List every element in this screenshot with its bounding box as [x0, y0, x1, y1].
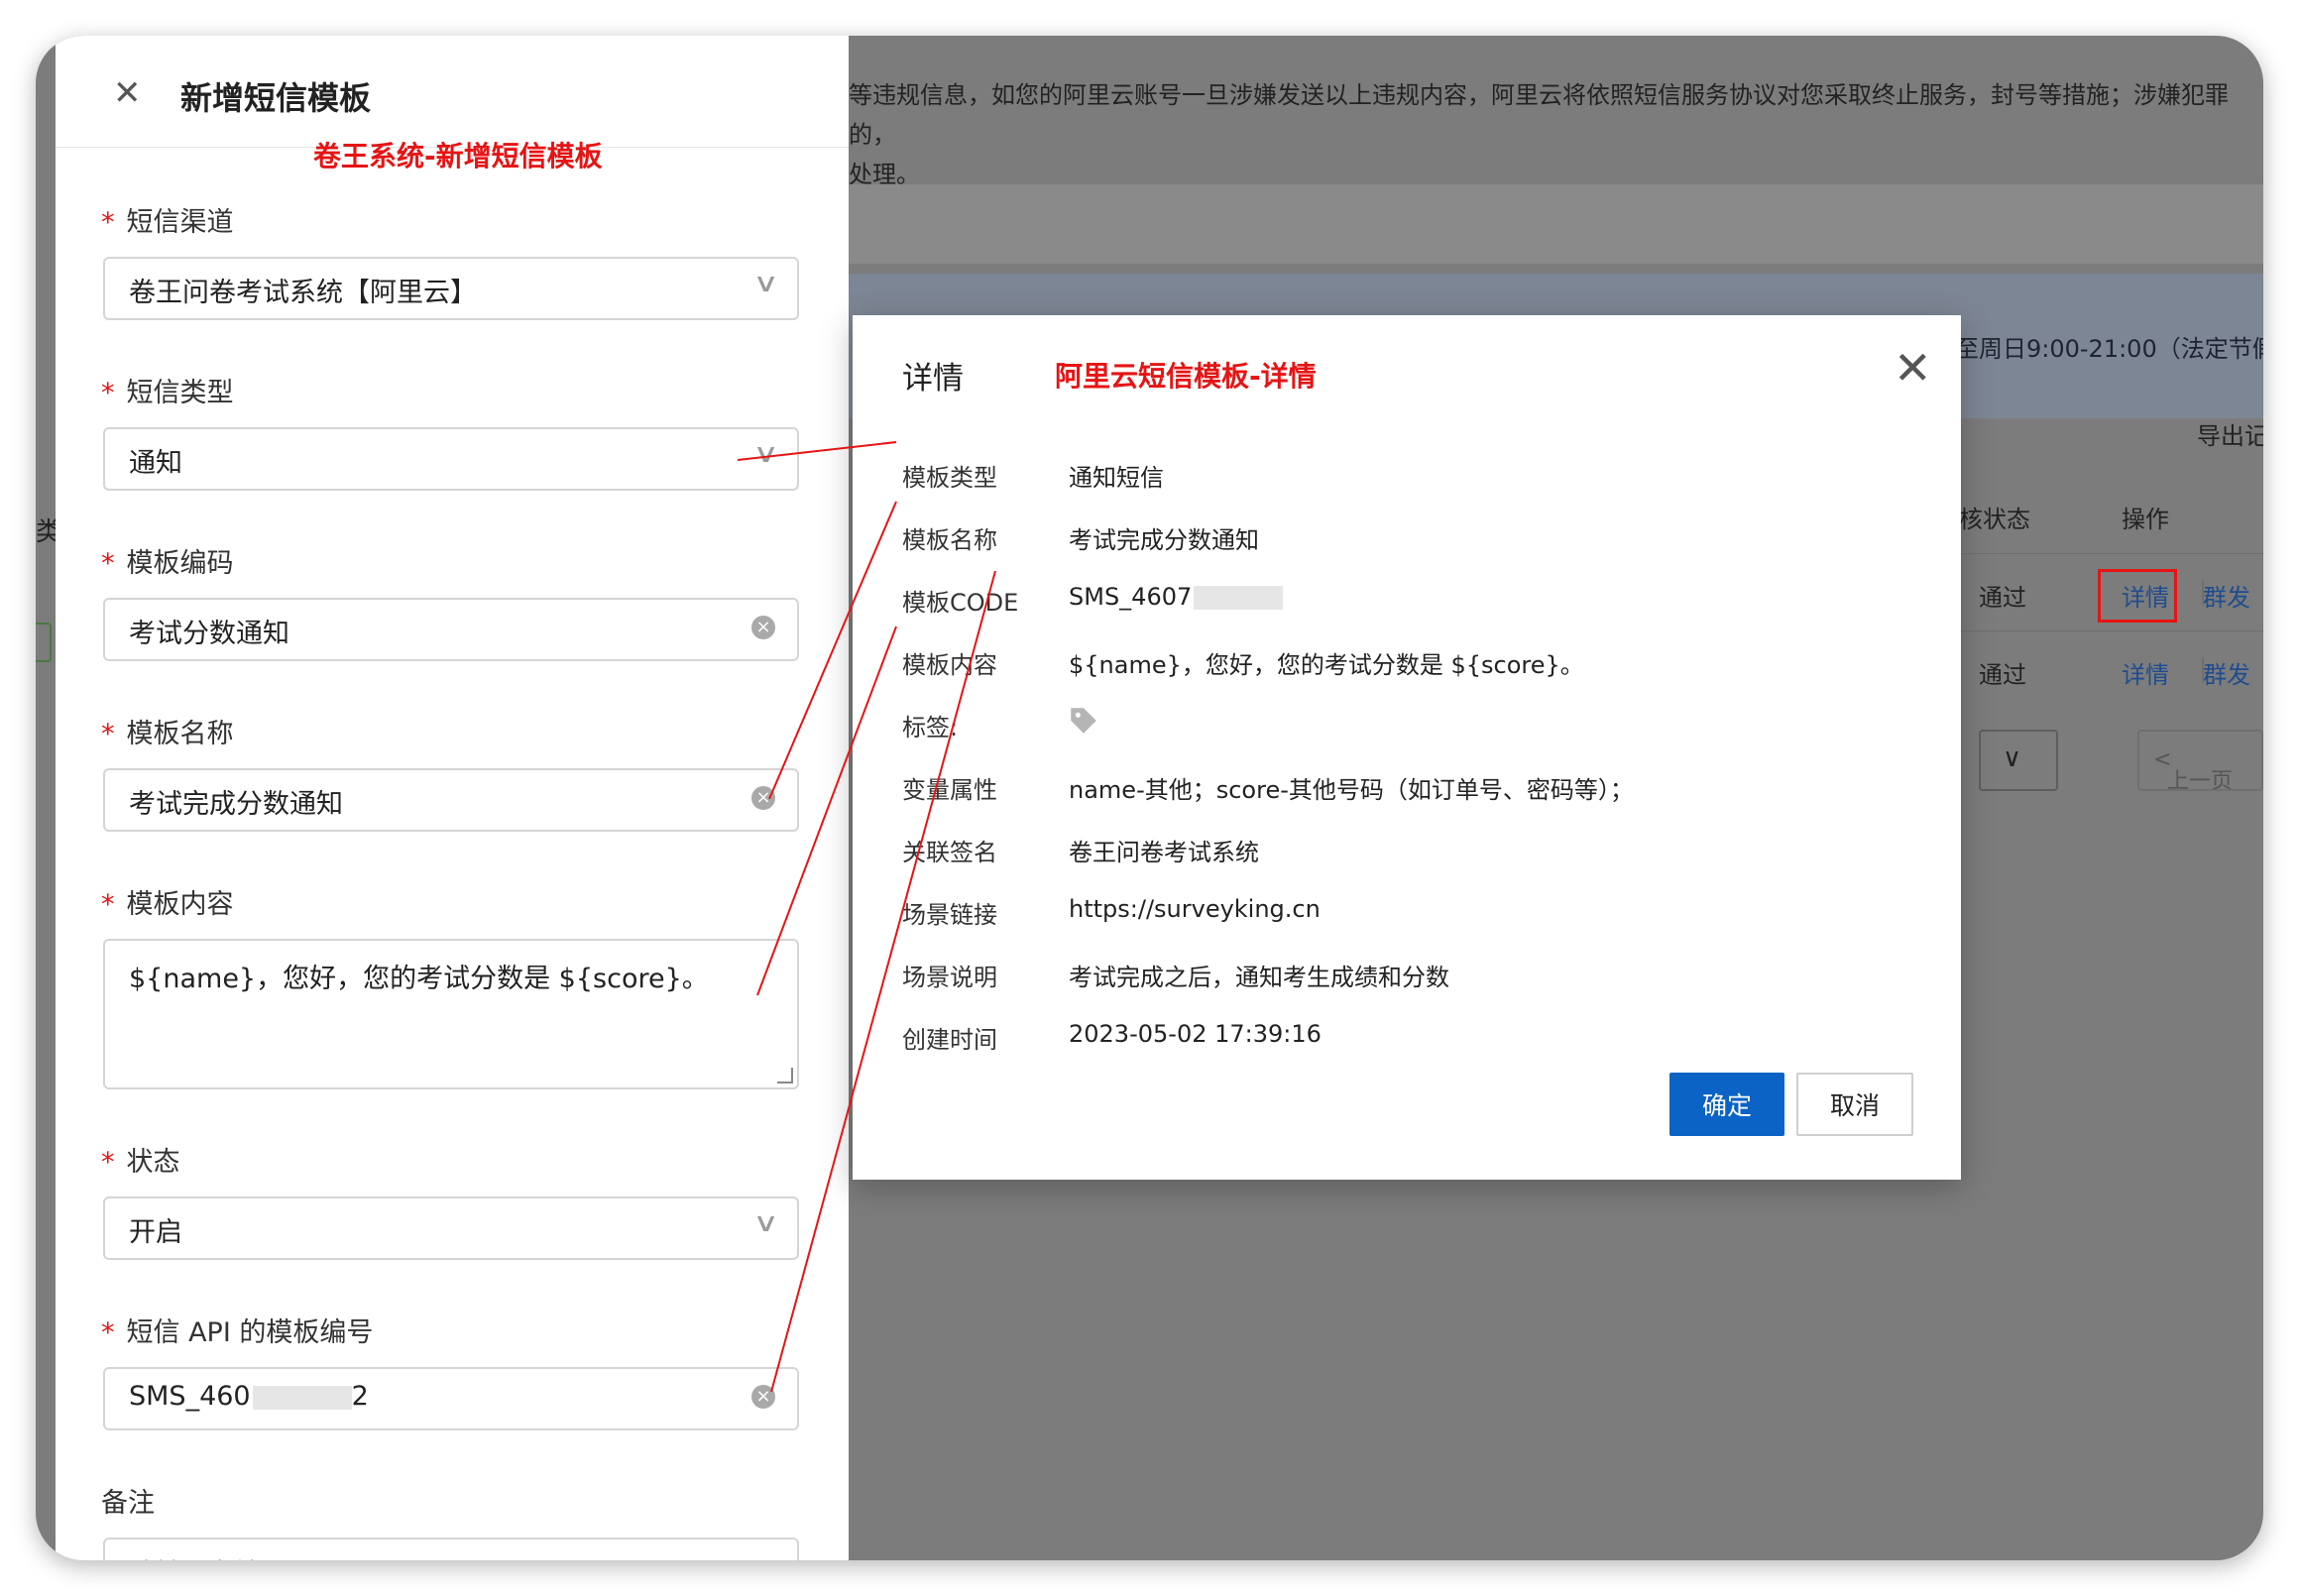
connector-line-code: [770, 570, 996, 1393]
connector-line-content: [756, 626, 897, 996]
connector-line-name: [768, 501, 897, 800]
connector-line-type: [737, 441, 897, 461]
annotation-connector-lines: [737, 441, 996, 1393]
browser-window: 等违规信息，如您的阿里云账号一旦涉嫌发送以上违规内容，阿里云将依照短信服务协议对…: [36, 36, 2263, 1560]
